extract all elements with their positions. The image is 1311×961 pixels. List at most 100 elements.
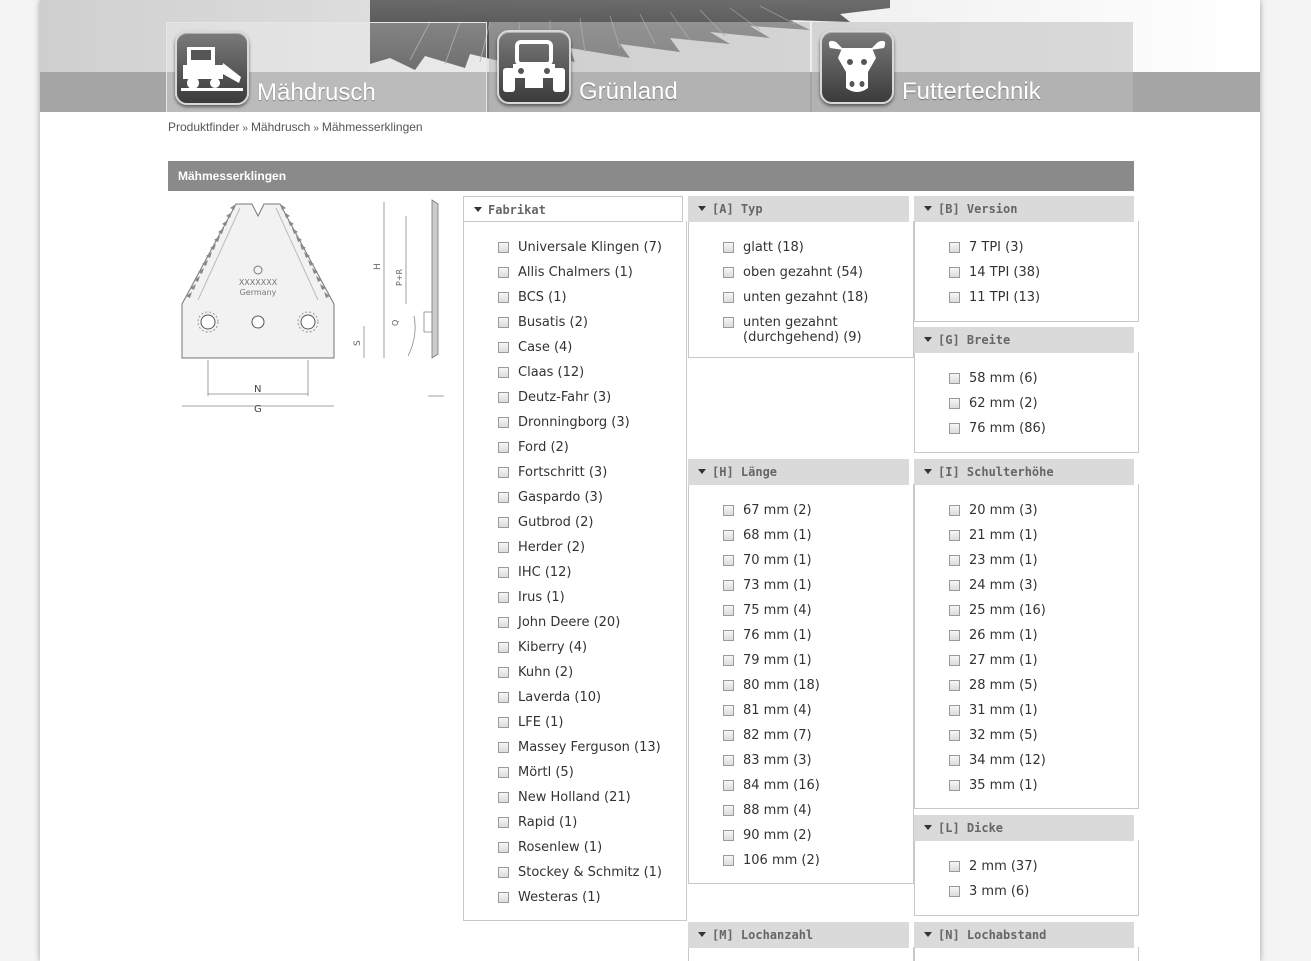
checkbox[interactable] bbox=[949, 886, 960, 897]
caret-down-icon bbox=[474, 207, 482, 212]
checkbox[interactable] bbox=[949, 555, 960, 566]
checkbox[interactable] bbox=[498, 242, 509, 253]
nav-tab-maehdrusch[interactable]: Mähdrusch bbox=[166, 22, 487, 112]
page: Mähdrusch Grünland Futtertechnik Produkt… bbox=[40, 0, 1260, 961]
checkbox[interactable] bbox=[949, 861, 960, 872]
checkbox[interactable] bbox=[498, 417, 509, 428]
checkbox[interactable] bbox=[723, 242, 734, 253]
filter-header-typ[interactable]: [A] Typ bbox=[688, 196, 909, 222]
caret-down-icon bbox=[698, 206, 706, 211]
checkbox[interactable] bbox=[949, 242, 960, 253]
caret-down-icon bbox=[924, 825, 932, 830]
checkbox[interactable] bbox=[949, 505, 960, 516]
checkbox[interactable] bbox=[498, 742, 509, 753]
checkbox[interactable] bbox=[498, 517, 509, 528]
checkbox[interactable] bbox=[498, 792, 509, 803]
checkbox[interactable] bbox=[723, 855, 734, 866]
checkbox[interactable] bbox=[498, 717, 509, 728]
checkbox[interactable] bbox=[498, 542, 509, 553]
page-title-bar: Mähmesserklingen bbox=[168, 161, 1134, 191]
filter-panel-typ: glatt (18) oben gezahnt (54) unten gezah… bbox=[688, 221, 914, 358]
checkbox[interactable] bbox=[498, 842, 509, 853]
checkbox[interactable] bbox=[498, 467, 509, 478]
dimension-label-h: H bbox=[373, 263, 383, 270]
nav-tab-label: Mähdrusch bbox=[257, 79, 376, 106]
blade-stamp-line1: XXXXXXX bbox=[239, 278, 278, 287]
checkbox[interactable] bbox=[723, 630, 734, 641]
checkbox[interactable] bbox=[498, 592, 509, 603]
page-title: Mähmesserklingen bbox=[178, 169, 287, 183]
filter-header-fabrikat[interactable]: Fabrikat bbox=[463, 196, 683, 222]
nav-tab-label: Futtertechnik bbox=[902, 78, 1041, 105]
checkbox[interactable] bbox=[949, 267, 960, 278]
checkbox[interactable] bbox=[723, 830, 734, 841]
breadcrumb-link-maehdrusch[interactable]: Mähdrusch bbox=[251, 120, 310, 134]
checkbox[interactable] bbox=[498, 267, 509, 278]
filter-header-lochabstand[interactable]: [N] Lochabstand bbox=[914, 922, 1134, 948]
checkbox[interactable] bbox=[949, 780, 960, 791]
caret-down-icon bbox=[698, 469, 706, 474]
filter-header-schulterhoehe[interactable]: [I] Schulterhöhe bbox=[914, 459, 1134, 485]
caret-down-icon bbox=[924, 932, 932, 937]
filter-header-laenge[interactable]: [H] Länge bbox=[688, 459, 909, 485]
checkbox[interactable] bbox=[498, 292, 509, 303]
filter-panel-version: 7 TPI (3) 14 TPI (38) 11 TPI (13) bbox=[914, 221, 1139, 322]
breadcrumb-separator: » bbox=[242, 123, 248, 134]
checkbox[interactable] bbox=[949, 605, 960, 616]
checkbox[interactable] bbox=[949, 580, 960, 591]
checkbox[interactable] bbox=[949, 730, 960, 741]
checkbox[interactable] bbox=[723, 755, 734, 766]
checkbox[interactable] bbox=[723, 705, 734, 716]
nav-tab-gruenland[interactable]: Grünland bbox=[489, 22, 810, 112]
checkbox[interactable] bbox=[949, 530, 960, 541]
checkbox[interactable] bbox=[949, 705, 960, 716]
checkbox[interactable] bbox=[498, 567, 509, 578]
checkbox[interactable] bbox=[498, 442, 509, 453]
checkbox[interactable] bbox=[949, 755, 960, 766]
filter-panel-laenge: 67 mm (2) 68 mm (1) 70 mm (1) 73 mm (1) … bbox=[688, 484, 914, 884]
filter-header-lochanzahl[interactable]: [M] Lochanzahl bbox=[688, 922, 909, 948]
filter-panel-dicke: 2 mm (37) 3 mm (6) bbox=[914, 840, 1139, 916]
nav-tab-label: Grünland bbox=[579, 78, 678, 105]
checkbox[interactable] bbox=[723, 580, 734, 591]
checkbox[interactable] bbox=[949, 373, 960, 384]
checkbox[interactable] bbox=[498, 667, 509, 678]
combine-harvester-icon bbox=[175, 31, 249, 105]
checkbox[interactable] bbox=[723, 805, 734, 816]
checkbox[interactable] bbox=[498, 767, 509, 778]
checkbox[interactable] bbox=[949, 423, 960, 434]
checkbox[interactable] bbox=[949, 292, 960, 303]
checkbox[interactable] bbox=[498, 317, 509, 328]
checkbox[interactable] bbox=[498, 867, 509, 878]
checkbox[interactable] bbox=[949, 630, 960, 641]
checkbox[interactable] bbox=[498, 392, 509, 403]
checkbox[interactable] bbox=[723, 730, 734, 741]
nav-tab-futtertechnik[interactable]: Futtertechnik bbox=[812, 22, 1133, 112]
checkbox[interactable] bbox=[498, 892, 509, 903]
checkbox[interactable] bbox=[723, 555, 734, 566]
checkbox[interactable] bbox=[949, 655, 960, 666]
checkbox[interactable] bbox=[498, 642, 509, 653]
checkbox[interactable] bbox=[498, 617, 509, 628]
checkbox[interactable] bbox=[498, 692, 509, 703]
checkbox[interactable] bbox=[723, 780, 734, 791]
checkbox[interactable] bbox=[723, 505, 734, 516]
filter-header-dicke[interactable]: [L] Dicke bbox=[914, 815, 1134, 841]
checkbox[interactable] bbox=[498, 367, 509, 378]
checkbox[interactable] bbox=[498, 817, 509, 828]
breadcrumb-link-produktfinder[interactable]: Produktfinder bbox=[168, 120, 239, 134]
caret-down-icon bbox=[698, 932, 706, 937]
filter-header-breite[interactable]: [G] Breite bbox=[914, 327, 1134, 353]
checkbox[interactable] bbox=[723, 292, 734, 303]
checkbox[interactable] bbox=[723, 267, 734, 278]
checkbox[interactable] bbox=[723, 530, 734, 541]
checkbox[interactable] bbox=[723, 605, 734, 616]
filter-header-version[interactable]: [B] Version bbox=[914, 196, 1134, 222]
checkbox[interactable] bbox=[949, 398, 960, 409]
checkbox[interactable] bbox=[723, 317, 734, 328]
checkbox[interactable] bbox=[723, 655, 734, 666]
checkbox[interactable] bbox=[498, 342, 509, 353]
checkbox[interactable] bbox=[723, 680, 734, 691]
checkbox[interactable] bbox=[949, 680, 960, 691]
checkbox[interactable] bbox=[498, 492, 509, 503]
